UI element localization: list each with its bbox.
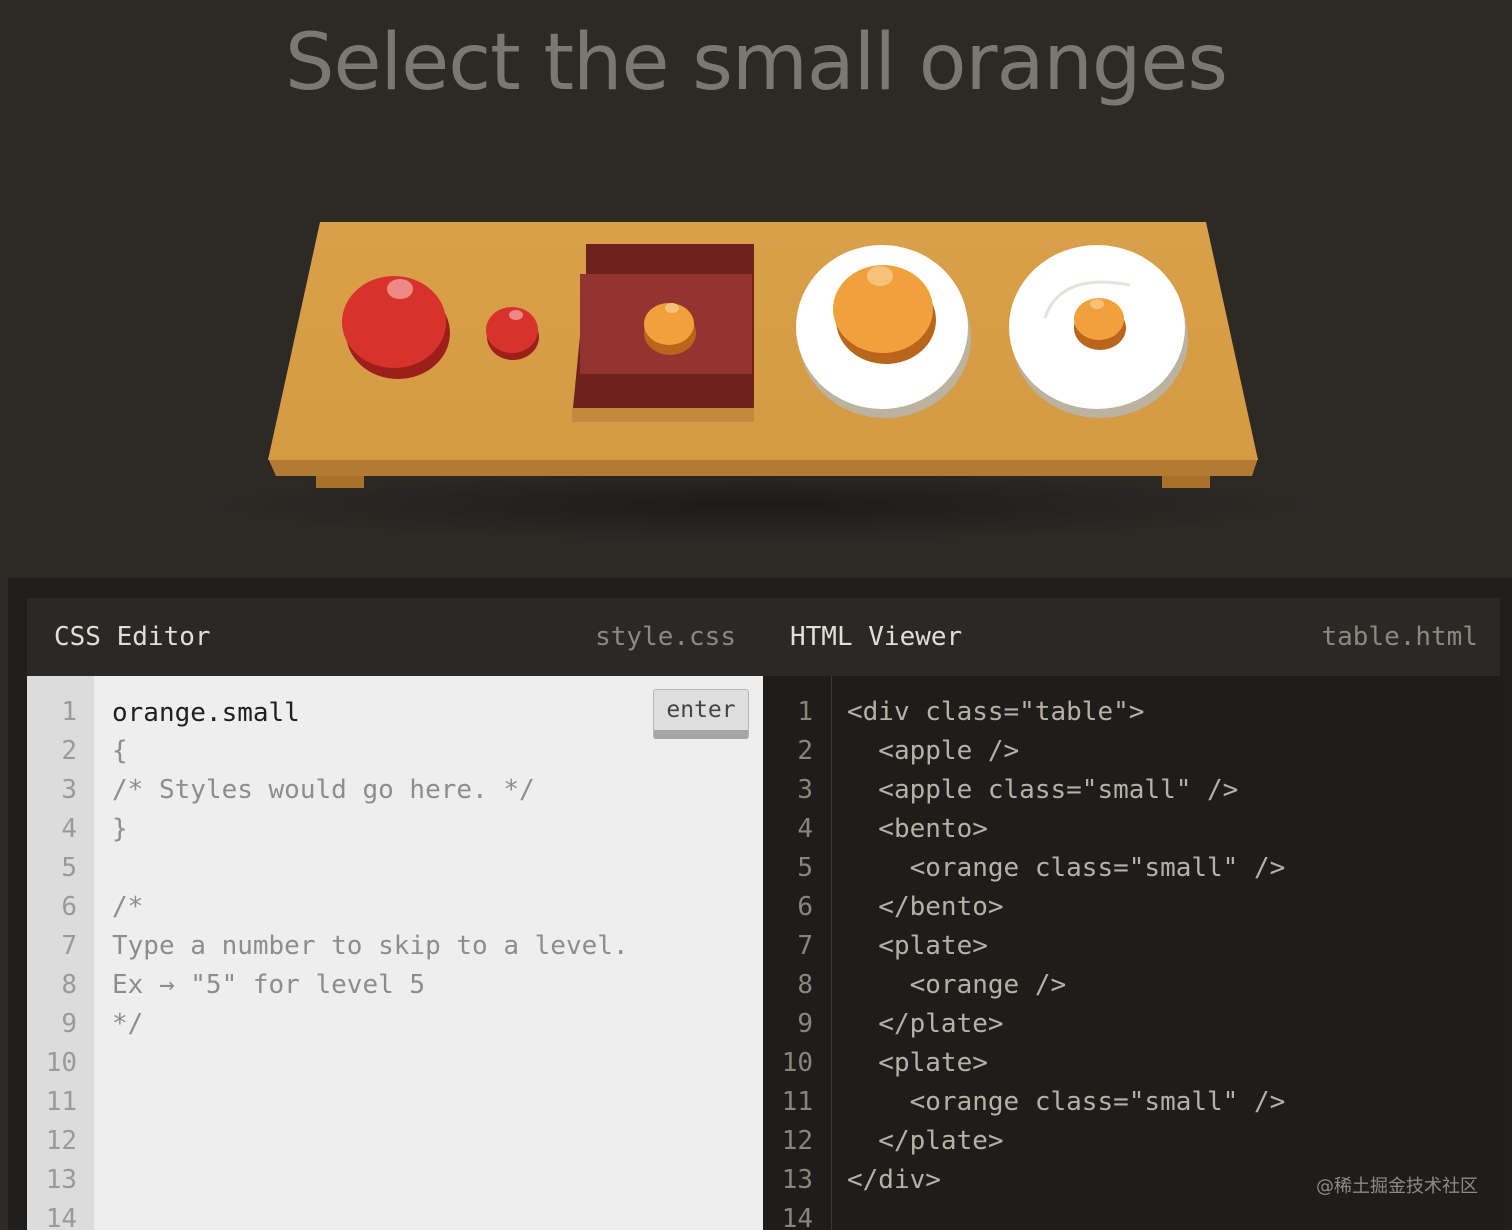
line-number: 5 [61,853,77,883]
table-apple-small[interactable] [486,307,539,360]
table-shadow [200,467,1320,543]
html-code-line-apple[interactable]: <apple /> [847,732,1019,771]
line-number: 9 [61,1009,77,1039]
line-number: 14 [781,1204,813,1230]
css-editor-title: CSS Editor [54,622,211,652]
css-editor-header: CSS Editor style.css [27,598,763,676]
css-code-line: Type a number to skip to a level. [112,931,629,961]
css-selector-input[interactable] [112,693,632,732]
html-viewer-title: HTML Viewer [790,622,963,652]
line-number: 8 [797,970,813,1000]
line-number: 14 [45,1204,77,1230]
css-code-line: */ [112,1009,144,1039]
css-code-line: } [112,814,128,844]
editor-panels: CSS Editor style.css HTML Viewer table.h… [8,578,1512,1230]
line-number: 8 [61,970,77,1000]
line-number: 9 [797,1009,813,1039]
table-orange-small-on-plate[interactable] [1074,298,1126,350]
line-number: 13 [45,1165,77,1195]
line-number: 6 [61,892,77,922]
html-line-gutter: 1 2 3 4 5 6 7 8 9 10 11 12 13 14 [763,676,832,1230]
line-number: 13 [781,1165,813,1195]
html-code-line-plate[interactable]: <plate> [847,927,988,966]
html-viewer-filename: table.html [1321,622,1478,652]
watermark: @稀土掘金技术社区 [1316,1176,1478,1197]
html-code-line-plate-close[interactable]: </plate> [847,1005,1003,1044]
line-number: 3 [797,775,813,805]
html-viewer: 1 2 3 4 5 6 7 8 9 10 11 12 13 14 <div cl… [763,676,1500,1230]
css-code-line: /* Styles would go here. */ [112,775,535,805]
html-code-line-plate[interactable]: <plate> [847,1044,988,1083]
line-number: 12 [781,1126,813,1156]
html-code-line-orange-small[interactable]: <orange class="small" /> [847,1083,1286,1122]
line-number: 12 [45,1126,77,1156]
css-code-line: /* [112,892,144,922]
css-code-line: { [112,736,128,766]
line-number: 10 [45,1048,77,1078]
html-code-line-table[interactable]: <div class="table"> [847,693,1144,732]
table-plate[interactable] [796,245,971,418]
line-number: 1 [61,697,77,727]
table-front-edge [268,458,1258,476]
line-number: 4 [61,814,77,844]
enter-button[interactable]: enter [653,689,749,739]
html-code-line-bento[interactable]: <bento> [847,810,988,849]
table-bento[interactable] [572,244,754,422]
html-code-line-orange-small[interactable]: <orange class="small" /> [847,849,1286,888]
table-plate[interactable] [1009,245,1188,418]
html-code-line-apple-small[interactable]: <apple class="small" /> [847,771,1238,810]
css-line-gutter: 1 2 3 4 5 6 7 8 9 10 11 12 13 14 [27,676,94,1230]
table-scene [200,222,1320,543]
line-number: 4 [797,814,813,844]
html-code-line-bento-close[interactable]: </bento> [847,888,1003,927]
line-number: 7 [797,931,813,961]
line-number: 10 [781,1048,813,1078]
line-number: 3 [61,775,77,805]
line-number: 11 [781,1087,813,1117]
html-code-line-orange[interactable]: <orange /> [847,966,1067,1005]
html-code-line-plate-close[interactable]: </plate> [847,1122,1003,1161]
css-editor: 1 2 3 4 5 6 7 8 9 10 11 12 13 14 enter {… [27,676,763,1230]
line-number: 6 [797,892,813,922]
line-number: 2 [797,736,813,766]
table-orange-small-in-bento[interactable] [644,303,696,355]
line-number: 1 [797,697,813,727]
line-number: 5 [797,853,813,883]
line-number: 11 [45,1087,77,1117]
css-code-line: Ex → "5" for level 5 [112,970,426,1000]
html-viewer-header: HTML Viewer table.html [763,598,1500,676]
html-code-line-table-close[interactable]: </div> [847,1161,941,1200]
line-number: 2 [61,736,77,766]
css-editor-filename: style.css [595,622,736,652]
line-number: 7 [61,931,77,961]
